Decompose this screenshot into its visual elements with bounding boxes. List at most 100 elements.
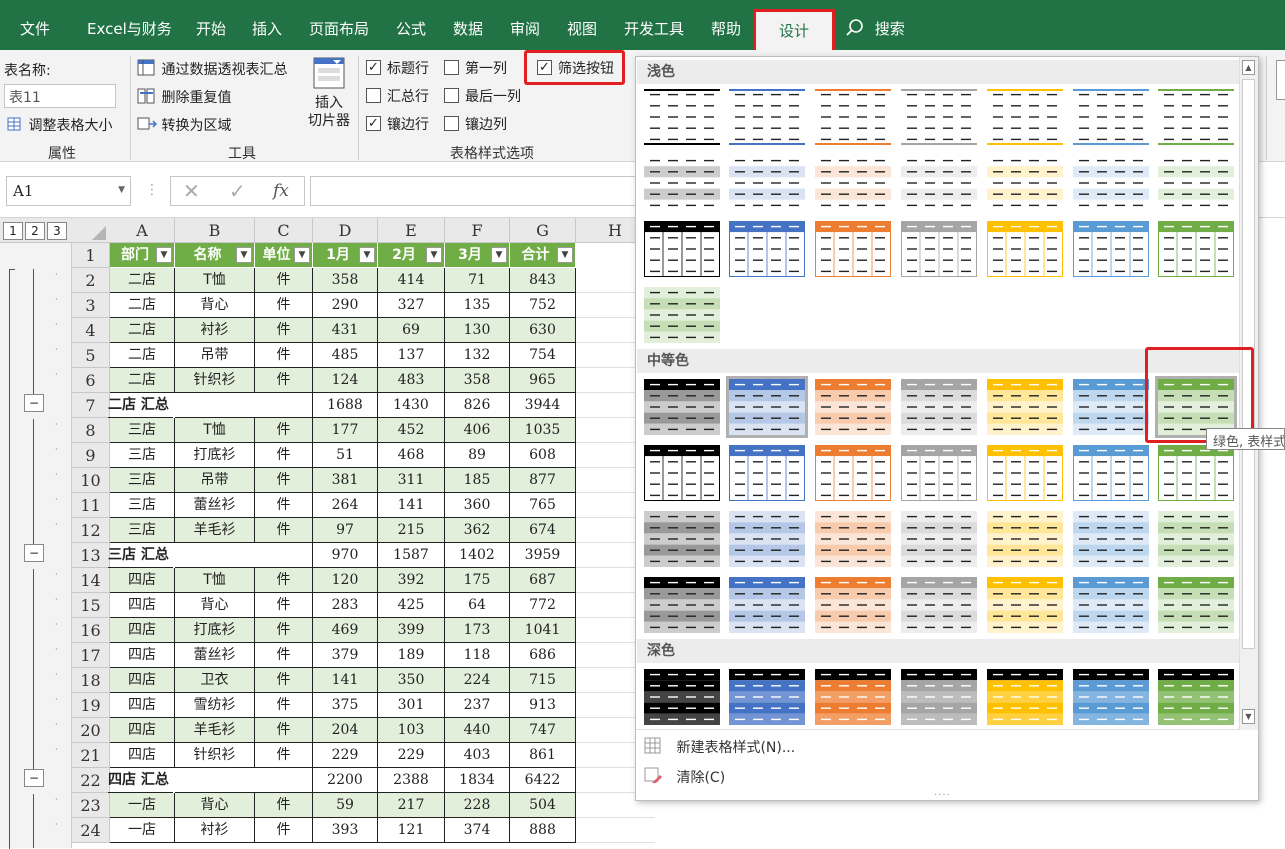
table-cell[interactable]: 一店 bbox=[110, 818, 175, 843]
table-cell[interactable]: 背心 bbox=[175, 793, 255, 818]
table-cell[interactable]: 针织衫 bbox=[175, 743, 255, 768]
table-cell[interactable]: 四店 bbox=[110, 693, 175, 718]
table-style-swatch[interactable] bbox=[644, 155, 720, 211]
tab-page-layout[interactable]: 页面布局 bbox=[309, 0, 369, 50]
table-cell[interactable]: 2388 bbox=[378, 768, 445, 793]
table-name-input[interactable]: 表11 bbox=[4, 84, 116, 108]
table-cell[interactable]: 三店 汇总 bbox=[108, 543, 173, 568]
table-cell[interactable]: 141 bbox=[313, 668, 378, 693]
table-cell[interactable]: 1587 bbox=[378, 543, 445, 568]
tab-data[interactable]: 数据 bbox=[453, 0, 483, 50]
header-row-checkbox[interactable]: ✓ bbox=[366, 60, 381, 75]
tab-file[interactable]: 文件 bbox=[20, 0, 50, 50]
table-cell[interactable]: 件 bbox=[255, 618, 313, 643]
table-cell[interactable]: 130 bbox=[445, 318, 510, 343]
table-cell[interactable]: 件 bbox=[255, 718, 313, 743]
table-cell[interactable]: 二店 bbox=[110, 368, 175, 393]
table-style-swatch[interactable] bbox=[815, 669, 891, 725]
table-style-swatch[interactable] bbox=[1158, 511, 1234, 567]
table-style-swatch[interactable] bbox=[987, 445, 1063, 501]
table-cell[interactable] bbox=[255, 768, 313, 793]
row-header[interactable]: 24 bbox=[72, 818, 110, 843]
table-cell[interactable]: 452 bbox=[378, 418, 445, 443]
table-cell[interactable]: 二店 汇总 bbox=[108, 393, 173, 418]
table-style-swatch[interactable] bbox=[729, 221, 805, 277]
table-cell[interactable]: T恤 bbox=[175, 418, 255, 443]
row-header[interactable]: 4 bbox=[72, 318, 110, 343]
table-cell[interactable]: 二店 bbox=[110, 293, 175, 318]
table-cell[interactable]: 三店 bbox=[110, 518, 175, 543]
table-cell[interactable]: 431 bbox=[313, 318, 378, 343]
table-cell[interactable]: 485 bbox=[313, 343, 378, 368]
table-cell[interactable]: 羊毛衫 bbox=[175, 718, 255, 743]
table-cell[interactable]: 888 bbox=[510, 818, 576, 843]
tab-review[interactable]: 审阅 bbox=[510, 0, 540, 50]
tab-help[interactable]: 帮助 bbox=[711, 0, 741, 50]
table-cell[interactable]: 440 bbox=[445, 718, 510, 743]
table-cell[interactable]: 772 bbox=[510, 593, 576, 618]
table-cell[interactable]: 1041 bbox=[510, 618, 576, 643]
table-style-swatch[interactable] bbox=[987, 511, 1063, 567]
table-style-swatch[interactable] bbox=[644, 221, 720, 277]
table-cell[interactable]: 393 bbox=[313, 818, 378, 843]
table-cell[interactable]: 件 bbox=[255, 468, 313, 493]
table-cell[interactable]: 件 bbox=[255, 668, 313, 693]
tab-developer[interactable]: 开发工具 bbox=[624, 0, 684, 50]
column-header[interactable]: F bbox=[445, 218, 510, 243]
table-cell[interactable]: 360 bbox=[445, 493, 510, 518]
collapse-group-button[interactable]: − bbox=[24, 544, 44, 562]
table-cell[interactable]: 件 bbox=[255, 293, 313, 318]
outline-level-3-button[interactable]: 3 bbox=[47, 222, 67, 240]
table-cell[interactable]: 三店 bbox=[110, 418, 175, 443]
table-style-swatch[interactable] bbox=[1158, 155, 1234, 211]
table-style-swatch[interactable] bbox=[1073, 511, 1149, 567]
table-cell[interactable]: 374 bbox=[445, 818, 510, 843]
row-header[interactable]: 14 bbox=[72, 568, 110, 593]
drag-handle-icon[interactable]: ⋮ bbox=[145, 182, 159, 198]
table-cell[interactable]: 504 bbox=[510, 793, 576, 818]
table-cell[interactable]: 103 bbox=[378, 718, 445, 743]
table-cell[interactable]: 747 bbox=[510, 718, 576, 743]
table-cell[interactable]: 765 bbox=[510, 493, 576, 518]
table-cell[interactable]: 752 bbox=[510, 293, 576, 318]
table-cell[interactable]: 358 bbox=[313, 268, 378, 293]
table-style-swatch[interactable] bbox=[815, 155, 891, 211]
table-cell[interactable]: 1834 bbox=[445, 768, 510, 793]
table-style-swatch[interactable] bbox=[815, 89, 891, 145]
table-cell[interactable]: 衬衫 bbox=[175, 818, 255, 843]
table-style-swatch[interactable] bbox=[1158, 669, 1234, 725]
table-style-swatch[interactable] bbox=[1073, 155, 1149, 211]
table-cell[interactable]: 2200 bbox=[313, 768, 378, 793]
filter-dropdown-icon[interactable]: ▼ bbox=[236, 247, 252, 263]
collapse-group-button[interactable]: − bbox=[24, 394, 44, 412]
table-cell[interactable]: 290 bbox=[313, 293, 378, 318]
table-style-swatch[interactable] bbox=[729, 155, 805, 211]
table-cell[interactable]: 件 bbox=[255, 493, 313, 518]
scroll-up-icon[interactable]: ▲ bbox=[1242, 60, 1255, 75]
table-cell[interactable]: 399 bbox=[378, 618, 445, 643]
convert-to-range-button[interactable]: 转换为区域 bbox=[137, 115, 231, 135]
table-cell[interactable] bbox=[175, 543, 255, 568]
table-style-swatch[interactable] bbox=[1158, 445, 1234, 501]
table-cell[interactable]: 64 bbox=[445, 593, 510, 618]
search-box[interactable]: 搜索 bbox=[846, 0, 905, 50]
table-cell[interactable]: 301 bbox=[378, 693, 445, 718]
resize-table-button[interactable]: 调整表格大小 bbox=[6, 115, 112, 135]
table-cell[interactable]: 1402 bbox=[445, 543, 510, 568]
tab-home[interactable]: 开始 bbox=[196, 0, 226, 50]
table-cell[interactable]: 背心 bbox=[175, 293, 255, 318]
table-style-swatch[interactable] bbox=[1158, 577, 1234, 633]
tab-design[interactable]: 设计 bbox=[753, 9, 835, 50]
table-cell[interactable]: 针织衫 bbox=[175, 368, 255, 393]
table-cell[interactable]: 283 bbox=[313, 593, 378, 618]
table-cell[interactable]: 403 bbox=[445, 743, 510, 768]
table-cell[interactable]: 861 bbox=[510, 743, 576, 768]
table-cell[interactable] bbox=[175, 393, 255, 418]
table-cell[interactable]: 件 bbox=[255, 443, 313, 468]
row-header[interactable]: 22 bbox=[72, 768, 110, 793]
row-header[interactable]: 15 bbox=[72, 593, 110, 618]
table-cell[interactable]: 51 bbox=[313, 443, 378, 468]
row-header[interactable]: 23 bbox=[72, 793, 110, 818]
total-row-checkbox[interactable] bbox=[366, 88, 381, 103]
table-cell[interactable]: 件 bbox=[255, 518, 313, 543]
